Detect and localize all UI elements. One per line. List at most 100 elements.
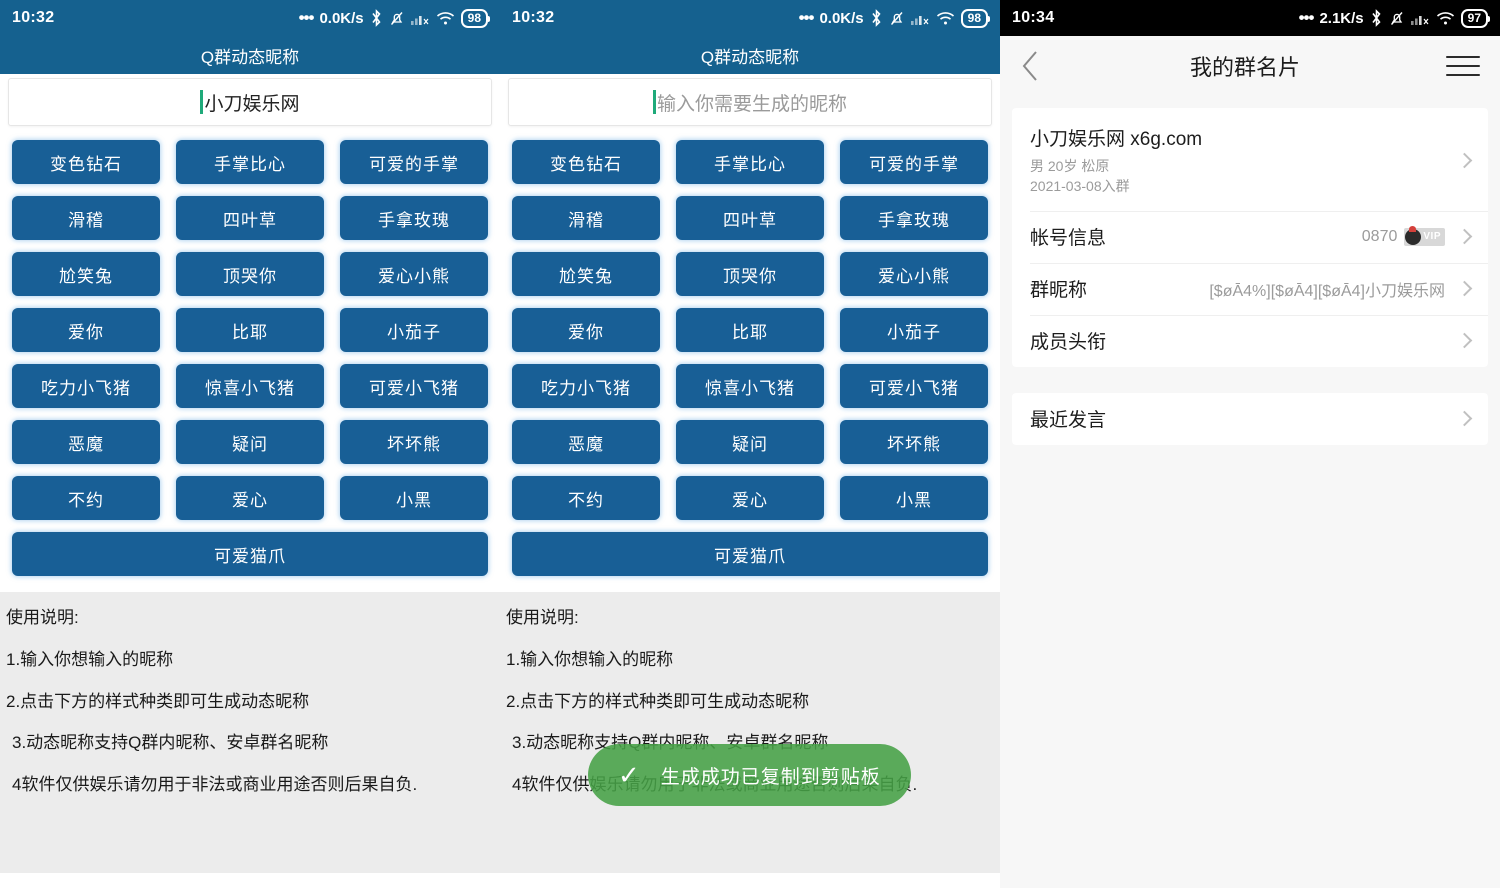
style-button[interactable]: 变色钻石: [12, 140, 160, 184]
phone-screen-b: 10:32 ••• 0.0K/s 98 Q群动态昵称: [500, 0, 1000, 888]
style-button[interactable]: 小茄子: [840, 308, 988, 352]
list-item-recent-messages[interactable]: 最近发言: [1012, 393, 1488, 445]
status-time: 10:32: [12, 9, 54, 27]
style-button[interactable]: 比耶: [676, 308, 824, 352]
style-button[interactable]: 四叶草: [176, 196, 324, 240]
bell-muted-icon: [889, 10, 905, 27]
style-button[interactable]: 手掌比心: [676, 140, 824, 184]
status-time: 10:34: [1012, 9, 1054, 27]
style-button[interactable]: 四叶草: [676, 196, 824, 240]
style-button[interactable]: 小黑: [340, 476, 488, 520]
style-button[interactable]: 可爱小飞猪: [840, 364, 988, 408]
style-button[interactable]: 疑问: [676, 420, 824, 464]
list-item-member-title[interactable]: 成员头衔: [1012, 315, 1488, 367]
style-button[interactable]: 坏坏熊: [840, 420, 988, 464]
more-dots-icon: •••: [299, 8, 314, 28]
style-button[interactable]: 比耶: [176, 308, 324, 352]
style-button[interactable]: 可爱的手掌: [340, 140, 488, 184]
nickname-input-value: 小刀娱乐网: [204, 89, 299, 116]
battery-indicator: 98: [961, 9, 988, 28]
list-item-label: 帐号信息: [1030, 223, 1106, 250]
style-button[interactable]: 惊喜小飞猪: [676, 364, 824, 408]
divider: [1030, 211, 1488, 212]
app-title: Q群动态昵称: [201, 43, 299, 68]
wifi-icon: [1436, 11, 1455, 26]
profile-info: 小刀娱乐网 x6g.com 男 20岁 松原 2021-03-08入群: [1030, 124, 1445, 197]
network-speed-label: 0.0K/s: [819, 10, 863, 27]
list-item-label: 最近发言: [1030, 405, 1106, 432]
nickname-input-placeholder: 输入你需要生成的昵称: [657, 89, 847, 116]
style-button[interactable]: 可爱小飞猪: [340, 364, 488, 408]
style-button[interactable]: 小茄子: [340, 308, 488, 352]
phone-screen-a: 10:32 ••• 0.0K/s 98 Q群动态昵称: [0, 0, 500, 888]
instruction-line: 3.动态昵称支持Q群内昵称、安卓群名昵称: [4, 733, 496, 753]
style-button[interactable]: 滑稽: [12, 196, 160, 240]
style-button[interactable]: 顶哭你: [176, 252, 324, 296]
style-button[interactable]: 滑稽: [512, 196, 660, 240]
style-button[interactable]: 疑问: [176, 420, 324, 464]
style-button[interactable]: 爱心: [676, 476, 824, 520]
network-speed-label: 2.1K/s: [1319, 10, 1363, 27]
style-button[interactable]: 可爱的手掌: [840, 140, 988, 184]
profile-row[interactable]: 小刀娱乐网 x6g.com 男 20岁 松原 2021-03-08入群: [1012, 108, 1488, 211]
text-caret: [200, 90, 203, 114]
profile-card: 小刀娱乐网 x6g.com 男 20岁 松原 2021-03-08入群 帐号信息…: [1012, 108, 1488, 367]
style-button[interactable]: 变色钻石: [512, 140, 660, 184]
style-button[interactable]: 尬笑兔: [512, 252, 660, 296]
list-item-label: 群昵称: [1030, 275, 1087, 302]
style-button-grid-a: 变色钻石 手掌比心 可爱的手掌 滑稽 四叶草 手拿玫瑰 尬笑兔 顶哭你 爱心小熊…: [0, 126, 500, 520]
check-icon: ✓: [618, 762, 641, 788]
bluetooth-icon: [1370, 9, 1383, 27]
battery-indicator: 98: [461, 9, 488, 28]
hamburger-menu-icon[interactable]: [1446, 56, 1480, 76]
list-item-group-nickname[interactable]: 群昵称 [$øĀ4%][$øĀ4][$øĀ4]小刀娱乐网: [1012, 263, 1488, 315]
style-button[interactable]: 恶魔: [512, 420, 660, 464]
style-button[interactable]: 吃力小飞猪: [512, 364, 660, 408]
style-button[interactable]: 顶哭你: [676, 252, 824, 296]
nickname-input-b[interactable]: 输入你需要生成的昵称: [508, 78, 992, 126]
style-button[interactable]: 小黑: [840, 476, 988, 520]
style-button[interactable]: 尬笑兔: [12, 252, 160, 296]
app-header-b: Q群动态昵称: [500, 36, 1000, 74]
bell-muted-icon: [1389, 10, 1405, 27]
divider: [1030, 263, 1488, 264]
status-bar-b: 10:32 ••• 0.0K/s 98: [500, 0, 1000, 36]
style-button[interactable]: 爱你: [512, 308, 660, 352]
style-button[interactable]: 吃力小飞猪: [12, 364, 160, 408]
style-button[interactable]: 不约: [12, 476, 160, 520]
wifi-icon: [436, 11, 455, 26]
style-button[interactable]: 爱心: [176, 476, 324, 520]
profile-meta-line2: 2021-03-08入群: [1030, 176, 1445, 196]
style-button[interactable]: 手掌比心: [176, 140, 324, 184]
recent-messages-card: 最近发言: [1012, 393, 1488, 445]
app-header-a: Q群动态昵称: [0, 36, 500, 74]
screenshot-root: 10:32 ••• 0.0K/s 98 Q群动态昵称: [0, 0, 1500, 888]
style-button[interactable]: 爱心小熊: [840, 252, 988, 296]
style-button[interactable]: 恶魔: [12, 420, 160, 464]
style-button[interactable]: 爱心小熊: [340, 252, 488, 296]
chevron-right-icon: [1457, 333, 1473, 349]
status-time: 10:32: [512, 9, 554, 27]
style-button-wide[interactable]: 可爱猫爪: [512, 532, 988, 576]
phone-screen-c: 10:34 ••• 2.1K/s 97: [1000, 0, 1500, 888]
style-button[interactable]: 手拿玫瑰: [840, 196, 988, 240]
nickname-input-a[interactable]: 小刀娱乐网: [8, 78, 492, 126]
list-item-account-info[interactable]: 帐号信息 0870 VIP: [1012, 211, 1488, 263]
style-button[interactable]: 手拿玫瑰: [340, 196, 488, 240]
chevron-right-icon: [1457, 229, 1473, 245]
instruction-line: 1.输入你想输入的昵称: [4, 650, 496, 670]
signal-no-service-icon: [411, 10, 430, 26]
signal-no-service-icon: [911, 10, 930, 26]
instruction-line: 1.输入你想输入的昵称: [504, 650, 996, 670]
style-button-wide[interactable]: 可爱猫爪: [12, 532, 488, 576]
style-button[interactable]: 坏坏熊: [340, 420, 488, 464]
list-item-value: [$øĀ4%][$øĀ4][$øĀ4]小刀娱乐网: [1209, 277, 1445, 301]
instructions-title: 使用说明:: [504, 608, 996, 628]
list-item-label: 成员头衔: [1030, 327, 1106, 354]
account-number: 0870: [1362, 228, 1398, 246]
network-speed-label: 0.0K/s: [319, 10, 363, 27]
style-button[interactable]: 惊喜小飞猪: [176, 364, 324, 408]
style-button[interactable]: 不约: [512, 476, 660, 520]
style-button[interactable]: 爱你: [12, 308, 160, 352]
vip-badge-label: VIP: [1423, 231, 1441, 242]
